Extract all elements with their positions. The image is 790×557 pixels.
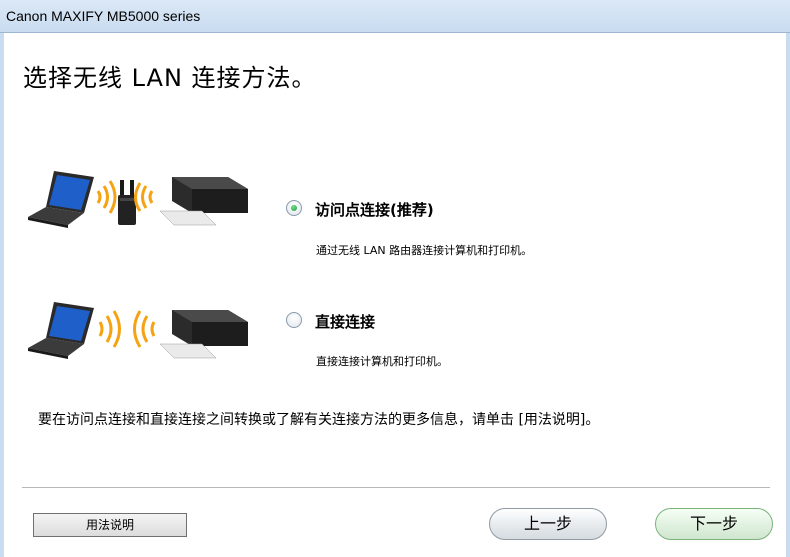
- radio-direct-connection[interactable]: [286, 312, 302, 328]
- info-text: 要在访问点连接和直接连接之间转换或了解有关连接方法的更多信息，请单击 [用法说明…: [38, 412, 600, 428]
- window-border-left: [0, 33, 4, 557]
- router-icon: [118, 180, 136, 225]
- printer-icon: [159, 177, 248, 226]
- printer-icon: [159, 310, 248, 359]
- title-bar[interactable]: Canon MAXIFY MB5000 series: [0, 0, 790, 33]
- radio-access-point[interactable]: [286, 200, 302, 216]
- laptop-icon: [28, 171, 94, 228]
- help-button[interactable]: 用法说明: [33, 513, 187, 537]
- option-direct-connection-description: 直接连接计算机和打印机。: [316, 355, 448, 368]
- direct-connection-illustration: [28, 302, 248, 359]
- wifi-waves-icon: [134, 182, 154, 212]
- back-button[interactable]: 上一步: [489, 508, 607, 540]
- next-button[interactable]: 下一步: [655, 508, 773, 540]
- option-access-point-description: 通过无线 LAN 路由器连接计算机和打印机。: [316, 244, 533, 257]
- option-access-point-label[interactable]: 访问点连接(推荐): [315, 199, 434, 220]
- wifi-waves-icon: [96, 180, 117, 214]
- separator: [22, 487, 770, 489]
- option-direct-connection-label[interactable]: 直接连接: [315, 311, 375, 332]
- page-heading: 选择无线 LAN 连接方法。: [23, 64, 317, 92]
- laptop-icon: [28, 302, 94, 359]
- window-title: Canon MAXIFY MB5000 series: [6, 8, 201, 24]
- wifi-waves-icon: [133, 310, 156, 348]
- access-point-illustration: [28, 171, 248, 228]
- wifi-waves-icon: [98, 310, 121, 348]
- window-border-right: [786, 33, 790, 557]
